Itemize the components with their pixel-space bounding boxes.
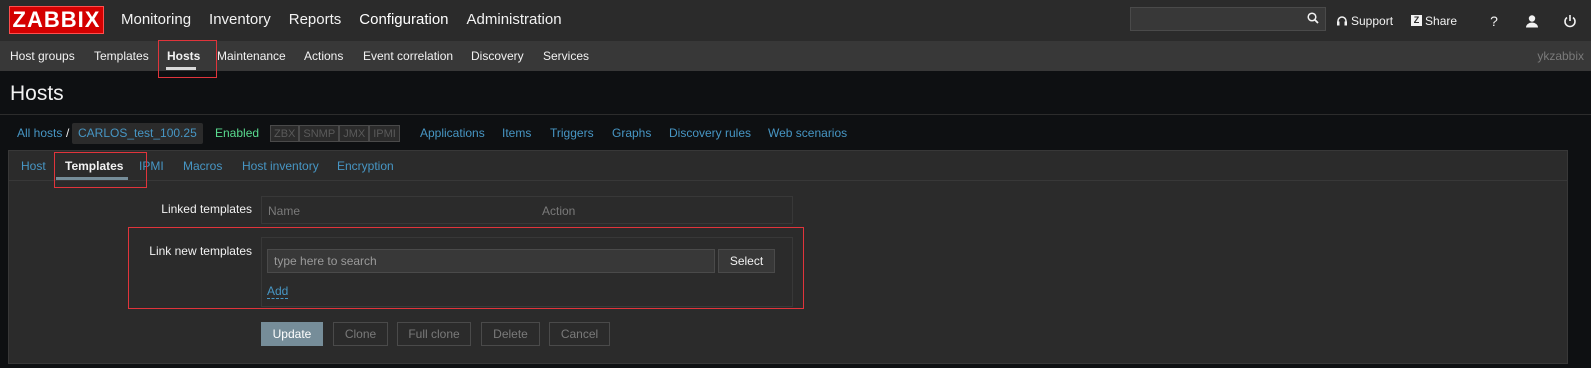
page-title: Hosts — [10, 82, 64, 105]
active-tab-indicator — [56, 177, 128, 180]
share-icon: Z — [1411, 15, 1423, 26]
search-icon[interactable] — [1307, 12, 1319, 24]
user-profile-icon[interactable] — [1525, 14, 1539, 28]
headset-icon — [1337, 15, 1347, 25]
help-icon[interactable]: ? — [1487, 13, 1501, 29]
delete-button[interactable]: Delete — [481, 322, 540, 346]
submenu-templates[interactable]: Templates — [94, 41, 149, 71]
menu-configuration[interactable]: Configuration — [350, 0, 457, 41]
submenu-discovery[interactable]: Discovery — [471, 41, 524, 71]
submenu-event-correlation[interactable]: Event correlation — [363, 41, 453, 71]
tab-host-inventory[interactable]: Host inventory — [242, 151, 319, 181]
cancel-button[interactable]: Cancel — [549, 322, 610, 346]
share-link[interactable]: Z Share — [1411, 14, 1457, 28]
submenu-services[interactable]: Services — [543, 41, 589, 71]
main-menu: Monitoring Inventory Reports Configurati… — [112, 0, 571, 41]
support-link[interactable]: Support — [1336, 14, 1393, 28]
header-actions: Support Z Share ? — [1336, 0, 1589, 41]
top-navigation-bar: ZABBIX Monitoring Inventory Reports Conf… — [0, 0, 1591, 41]
availability-zbx: ZBX — [270, 125, 300, 142]
share-label: Share — [1425, 13, 1458, 28]
submenu-maintenance[interactable]: Maintenance — [217, 41, 286, 71]
tab-host[interactable]: Host — [21, 151, 46, 181]
submenu-actions[interactable]: Actions — [304, 41, 343, 71]
link-triggers[interactable]: Triggers — [550, 120, 594, 146]
clone-button[interactable]: Clone — [333, 322, 388, 346]
search-input[interactable] — [1131, 8, 1301, 30]
menu-inventory[interactable]: Inventory — [200, 0, 280, 41]
link-applications[interactable]: Applications — [420, 120, 485, 146]
availability-snmp: SNMP — [299, 125, 340, 142]
link-new-templates-box: Select Add — [261, 237, 793, 307]
select-template-button[interactable]: Select — [718, 249, 775, 273]
add-template-link[interactable]: Add — [267, 284, 289, 299]
username: ykzabbix — [1537, 49, 1584, 63]
column-header-name: Name — [268, 204, 301, 218]
zabbix-logo[interactable]: ZABBIX — [9, 6, 104, 34]
tab-ipmi[interactable]: IPMI — [139, 151, 164, 181]
title-divider — [0, 114, 1591, 115]
breadcrumb-host-name[interactable]: CARLOS_test_100.25 — [72, 123, 203, 144]
linked-templates-table: Name Action — [261, 196, 793, 224]
link-graphs[interactable]: Graphs — [612, 120, 651, 146]
link-web-scenarios[interactable]: Web scenarios — [768, 120, 847, 146]
availability-ipmi: IPMI — [369, 125, 400, 142]
host-breadcrumb: All hosts / CARLOS_test_100.25 Enabled Z… — [0, 120, 1591, 146]
update-button[interactable]: Update — [261, 322, 323, 346]
support-label: Support — [1351, 13, 1394, 28]
template-search-input[interactable] — [267, 249, 715, 273]
sub-menu: Host groups Templates Hosts Maintenance … — [0, 41, 1591, 71]
host-form-tabs: Host Templates IPMI Macros Host inventor… — [9, 151, 1567, 181]
link-new-templates-label: Link new templates — [149, 244, 252, 258]
tab-encryption[interactable]: Encryption — [337, 151, 394, 181]
availability-jmx: JMX — [339, 125, 370, 142]
breadcrumb-separator: / — [66, 126, 70, 140]
host-form-panel: Host Templates IPMI Macros Host inventor… — [8, 150, 1568, 364]
breadcrumb-all-hosts[interactable]: All hosts — [17, 120, 62, 146]
link-items[interactable]: Items — [502, 120, 531, 146]
menu-monitoring[interactable]: Monitoring — [112, 0, 200, 41]
sign-out-icon[interactable] — [1563, 14, 1577, 28]
availability-indicators: ZBX SNMP JMX IPMI — [270, 125, 400, 142]
tab-macros[interactable]: Macros — [183, 151, 222, 181]
submenu-host-groups[interactable]: Host groups — [10, 41, 75, 71]
column-header-action: Action — [542, 204, 576, 218]
global-search — [1130, 7, 1326, 31]
menu-administration[interactable]: Administration — [458, 0, 571, 41]
active-submenu-indicator — [166, 67, 196, 70]
linked-templates-label: Linked templates — [161, 202, 252, 216]
full-clone-button[interactable]: Full clone — [397, 322, 471, 346]
menu-reports[interactable]: Reports — [280, 0, 351, 41]
link-discovery-rules[interactable]: Discovery rules — [669, 120, 751, 146]
host-status-badge[interactable]: Enabled — [215, 120, 259, 146]
